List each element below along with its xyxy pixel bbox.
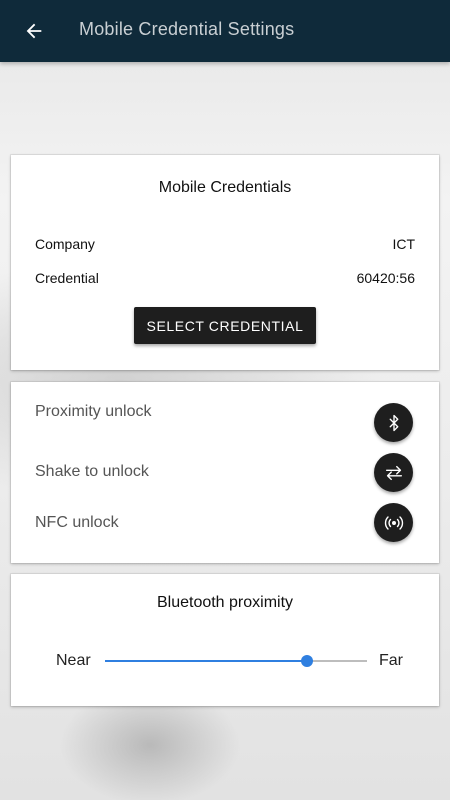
company-value: ICT bbox=[392, 236, 415, 252]
unlock-options-card: Proximity unlock Shake to unlock NFC unl… bbox=[11, 382, 439, 563]
slider-thumb[interactable] bbox=[300, 655, 313, 667]
nfc-icon bbox=[384, 515, 403, 530]
proximity-slider[interactable] bbox=[105, 651, 367, 671]
swap-arrows-icon bbox=[385, 465, 402, 480]
arrow-left-icon bbox=[26, 23, 42, 39]
company-label: Company bbox=[35, 236, 95, 252]
shake-unlock-button[interactable] bbox=[374, 453, 413, 492]
mobile-credentials-card: Mobile Credentials Company ICT Credentia… bbox=[11, 155, 439, 370]
bluetooth-icon bbox=[389, 414, 398, 431]
app-bar: Mobile Credential Settings bbox=[0, 0, 450, 62]
back-button[interactable] bbox=[18, 15, 50, 47]
slider-min-label: Near bbox=[56, 652, 91, 669]
bluetooth-proximity-card: Bluetooth proximity Near Far bbox=[11, 574, 439, 706]
shake-unlock-label: Shake to unlock bbox=[35, 463, 149, 480]
proximity-unlock-button[interactable] bbox=[374, 403, 413, 442]
nfc-unlock-button[interactable] bbox=[374, 503, 413, 542]
credentials-title: Mobile Credentials bbox=[158, 179, 292, 196]
page-title: Mobile Credential Settings bbox=[79, 19, 295, 39]
credential-label: Credential bbox=[35, 270, 99, 286]
select-credential-button[interactable]: SELECT CREDENTIAL bbox=[134, 307, 316, 344]
proximity-title: Bluetooth proximity bbox=[156, 594, 294, 611]
nfc-unlock-label: NFC unlock bbox=[35, 514, 119, 531]
slider-fill bbox=[105, 660, 307, 662]
proximity-unlock-label: Proximity unlock bbox=[35, 403, 152, 420]
slider-max-label: Far bbox=[379, 652, 403, 669]
credential-value: 60420:56 bbox=[356, 270, 415, 286]
